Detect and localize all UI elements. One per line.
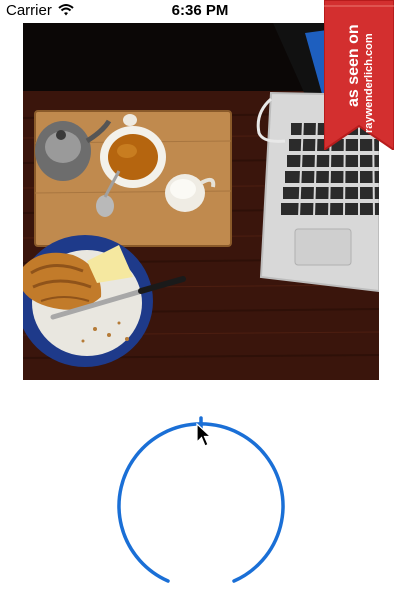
as-seen-on-ribbon[interactable]: as seen on raywenderlich.com [323, 0, 395, 152]
ribbon-line-1: as seen on [345, 24, 362, 107]
ribbon-line-2: raywenderlich.com [363, 33, 375, 133]
arrow-cursor-icon [196, 422, 213, 454]
